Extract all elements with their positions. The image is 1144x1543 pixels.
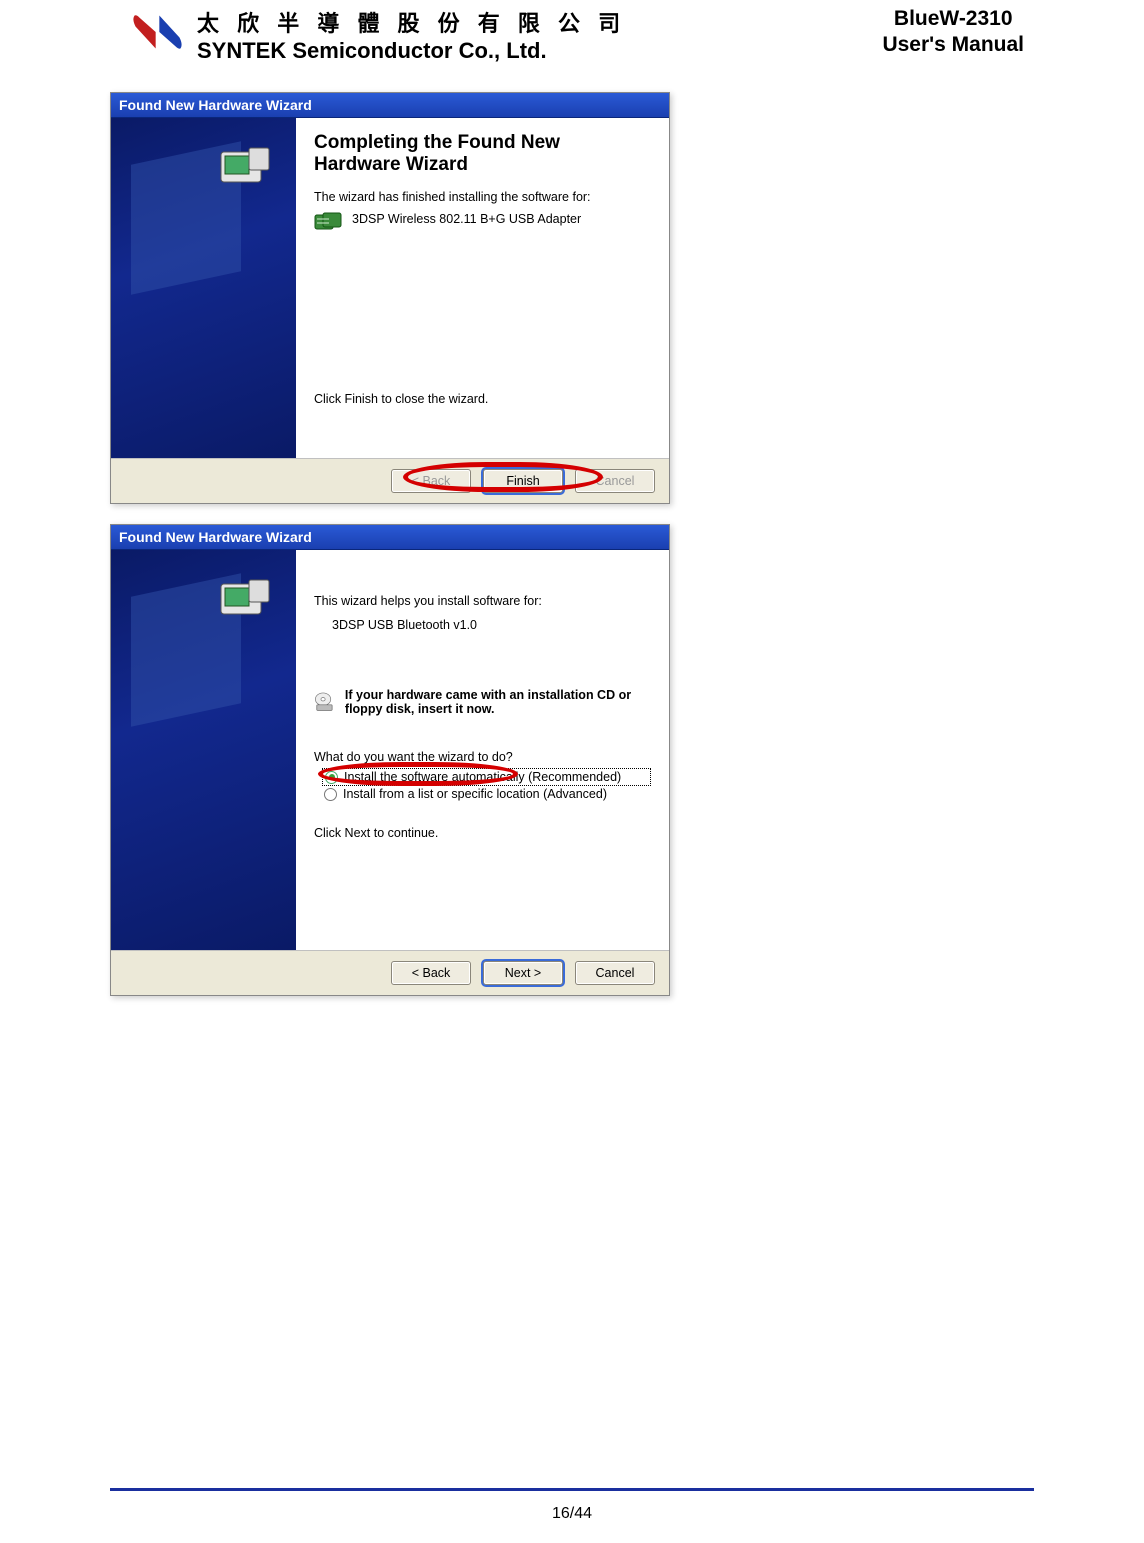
footer-divider: [110, 1488, 1034, 1491]
cancel-button[interactable]: Cancel: [575, 961, 655, 985]
hardware-icon: [219, 578, 271, 624]
next-button[interactable]: Next >: [483, 961, 563, 985]
page-header: 太 欣 半 導 體 股 份 有 限 公 司 SYNTEK Semiconduct…: [0, 0, 1144, 64]
company-name-en: SYNTEK Semiconductor Co., Ltd.: [197, 38, 626, 64]
wizard-complete-screenshot: Found New Hardware Wizard Completing the…: [110, 92, 670, 504]
hardware-icon: [219, 146, 271, 192]
wizard-close-text: Click Finish to close the wizard.: [314, 392, 651, 406]
cd-icon: [314, 688, 335, 716]
wizard-button-bar: < Back Next > Cancel: [111, 950, 669, 995]
wizard-main-panel: Completing the Found New Hardware Wizard…: [296, 118, 669, 458]
company-logo-icon: [130, 8, 185, 56]
cd-hint-text: If your hardware came with an installati…: [345, 688, 651, 716]
device-name: 3DSP USB Bluetooth v1.0: [314, 608, 651, 632]
cancel-button[interactable]: Cancel: [575, 469, 655, 493]
wizard-finished-text: The wizard has finished installing the s…: [314, 190, 651, 204]
radio-label: Install the software automatically (Reco…: [344, 770, 621, 784]
wizard-main-panel: This wizard helps you install software f…: [296, 550, 669, 950]
radio-auto-install[interactable]: Install the software automatically (Reco…: [322, 768, 651, 786]
page-number: 16/44: [0, 1505, 1144, 1523]
back-button[interactable]: < Back: [391, 469, 471, 493]
window-titlebar: Found New Hardware Wizard: [111, 93, 669, 118]
device-row: 3DSP Wireless 802.11 B+G USB Adapter: [314, 212, 651, 234]
radio-label: Install from a list or specific location…: [343, 787, 607, 801]
company-name-block: 太 欣 半 導 體 股 份 有 限 公 司 SYNTEK Semiconduct…: [197, 6, 626, 64]
radio-unchecked-icon: [324, 788, 337, 801]
wizard-button-bar: < Back Finish Cancel: [111, 458, 669, 503]
radio-checked-icon: [325, 771, 338, 784]
radio-group: Install the software automatically (Reco…: [322, 768, 651, 802]
device-name: 3DSP Wireless 802.11 B+G USB Adapter: [352, 212, 581, 226]
wizard-install-screenshot: Found New Hardware Wizard This wizard he…: [110, 524, 670, 996]
manual-label: User's Manual: [882, 32, 1024, 58]
wizard-body: This wizard helps you install software f…: [111, 550, 669, 950]
product-model: BlueW-2310: [882, 6, 1024, 32]
back-button[interactable]: < Back: [391, 961, 471, 985]
product-title-block: BlueW-2310 User's Manual: [882, 6, 1024, 59]
network-adapter-icon: [314, 212, 342, 234]
cd-hint-row: If your hardware came with an installati…: [314, 688, 651, 716]
wizard-intro-text: This wizard helps you install software f…: [314, 594, 651, 608]
radio-specific-location[interactable]: Install from a list or specific location…: [322, 786, 651, 802]
wizard-body: Completing the Found New Hardware Wizard…: [111, 118, 669, 458]
window-titlebar: Found New Hardware Wizard: [111, 525, 669, 550]
finish-button[interactable]: Finish: [483, 469, 563, 493]
wizard-side-graphic: [111, 550, 296, 950]
wizard-side-graphic: [111, 118, 296, 458]
company-name-zh: 太 欣 半 導 體 股 份 有 限 公 司: [197, 6, 626, 38]
wizard-prompt: What do you want the wizard to do?: [314, 750, 651, 764]
wizard-continue-text: Click Next to continue.: [314, 826, 651, 840]
wizard-heading: Completing the Found New Hardware Wizard: [314, 132, 651, 176]
